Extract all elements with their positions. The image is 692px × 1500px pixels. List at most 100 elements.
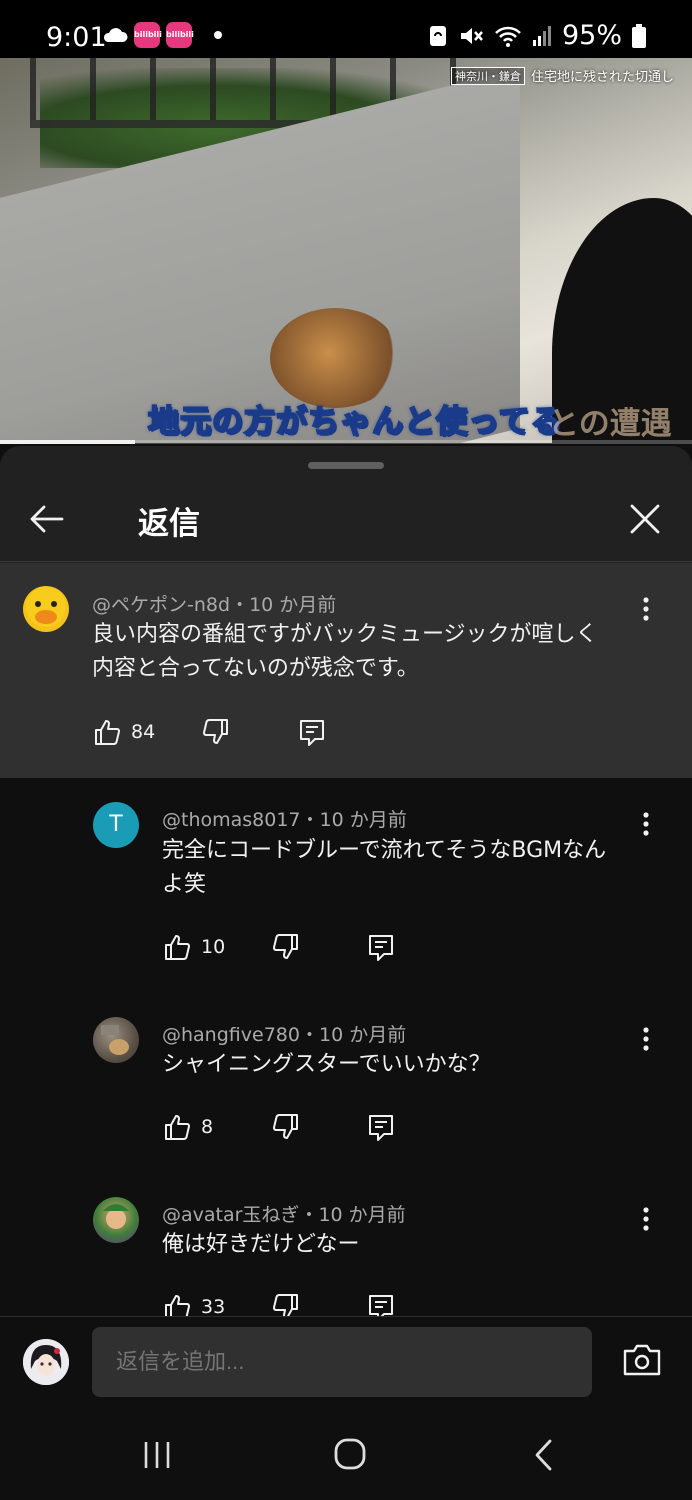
comment-author[interactable]: @thomas8017 <box>162 809 301 831</box>
comment-text-line: よ笑 <box>162 872 207 897</box>
more-options-icon[interactable] <box>636 810 656 840</box>
user-avatar[interactable] <box>23 1339 69 1385</box>
more-options-icon[interactable] <box>636 1205 656 1235</box>
close-icon[interactable] <box>622 496 668 542</box>
thumbs-up-icon <box>95 720 120 745</box>
duck-avatar-icon <box>26 587 66 627</box>
reply-comment-icon <box>300 720 324 746</box>
comment-text-line: 良い内容の番組ですがバックミュージックが喧しく <box>92 622 598 647</box>
like-count: 33 <box>201 1296 226 1316</box>
reply-button[interactable] <box>367 933 395 961</box>
video-progress-bar[interactable] <box>0 440 692 444</box>
status-time: 9:01 <box>46 22 107 53</box>
video-tag-location: 神奈川・鎌倉 <box>450 66 525 85</box>
status-right-icons: 95% <box>428 20 646 51</box>
signal-icon <box>532 25 551 46</box>
comment-text: 完全にコードブルーで流れてそうなBGMなん よ笑 <box>162 834 606 902</box>
battery-percent: 95% <box>561 20 622 51</box>
more-options-icon[interactable] <box>636 1025 656 1055</box>
replies-sheet: 返信 @ペケポン-n8d・10 か月前 良い内容の番組ですがバックミュージックが… <box>0 446 692 1316</box>
reply-comment: T @thomas8017・10 か月前 完全にコードブルーで流れてそうなBGM… <box>0 778 692 993</box>
reply-input[interactable] <box>92 1327 592 1397</box>
photo-avatar-icon <box>101 1025 129 1055</box>
status-bar: 9:01 bilibili bilibili 95% <box>0 0 692 58</box>
reply-button[interactable] <box>298 718 326 746</box>
app-badge-icon: bilibili <box>166 22 194 48</box>
camera-icon[interactable] <box>622 1343 662 1377</box>
comment-meta: @ペケポン-n8d・10 か月前 <box>92 590 336 617</box>
dislike-button[interactable] <box>272 933 300 961</box>
video-dog <box>270 308 400 408</box>
recent-apps-icon[interactable] <box>142 1440 172 1470</box>
like-button[interactable]: 33 <box>163 1293 225 1316</box>
comment-time: 10 か月前 <box>249 594 337 616</box>
thumbs-down-icon <box>273 1294 298 1316</box>
like-button[interactable]: 84 <box>93 718 155 746</box>
home-icon[interactable] <box>333 1437 367 1471</box>
mute-icon <box>460 27 483 44</box>
back-arrow-icon[interactable] <box>24 496 70 542</box>
comment-meta: @thomas8017・10 か月前 <box>162 805 407 832</box>
nav-back-icon[interactable] <box>532 1438 556 1472</box>
video-caption-partial: との遭遇 <box>548 406 672 442</box>
reply-input-bar <box>0 1316 692 1410</box>
sync-icon <box>429 25 446 46</box>
comment-text: シャイニングスターでいいかな？ <box>162 1048 491 1082</box>
avatar[interactable] <box>93 1017 139 1063</box>
reply-button[interactable] <box>367 1113 395 1141</box>
battery-icon <box>632 23 646 48</box>
dislike-button[interactable] <box>272 1113 300 1141</box>
comment-time: 10 か月前 <box>318 1024 407 1046</box>
video-player[interactable]: 神奈川・鎌倉 住宅地に残された切通し 地元の方がちゃんと使ってる との遭遇 <box>0 58 692 443</box>
reply-comment-icon <box>369 935 393 961</box>
thumbs-up-icon <box>165 1295 190 1316</box>
like-count: 10 <box>201 936 226 958</box>
reply-comment-icon <box>369 1115 393 1141</box>
meta-separator: ・ <box>299 1204 319 1226</box>
wifi-icon <box>495 26 521 47</box>
avatar[interactable] <box>93 1197 139 1243</box>
video-tag-text: 住宅地に残された切通し <box>530 70 674 85</box>
comment-text: 俺は好きだけどなー <box>162 1228 360 1262</box>
replies-list: T @thomas8017・10 か月前 完全にコードブルーで流れてそうなBGM… <box>0 778 692 1316</box>
reply-button[interactable] <box>367 1293 395 1316</box>
comment-text-line: 内容と合ってないのが残念です。 <box>92 656 419 681</box>
like-count: 8 <box>201 1116 214 1138</box>
cloud-icon <box>103 28 128 42</box>
comment-text-line: 完全にコードブルーで流れてそうなBGMなん <box>162 838 607 863</box>
avatar[interactable]: T <box>93 802 139 848</box>
like-button[interactable]: 8 <box>163 1113 213 1141</box>
sheet-header: 返信 <box>0 476 692 562</box>
comment-text-line: 俺は好きだけどなー <box>162 1232 360 1257</box>
dislike-button[interactable] <box>202 718 230 746</box>
comment-author[interactable]: @hangfive780 <box>162 1024 300 1046</box>
comment-meta: @avatar玉ねぎ・10 か月前 <box>162 1200 406 1227</box>
thumbs-down-icon <box>203 719 228 744</box>
dislike-button[interactable] <box>272 1293 300 1316</box>
drag-handle[interactable] <box>308 462 384 469</box>
meta-separator: ・ <box>300 809 320 831</box>
reply-comment: @avatar玉ねぎ・10 か月前 俺は好きだけどなー 33 <box>0 1173 692 1316</box>
avatar-letter: T <box>109 812 123 837</box>
reply-comment: @hangfive780・10 か月前 シャイニングスターでいいかな？ 8 <box>0 993 692 1173</box>
meta-separator: ・ <box>230 594 250 616</box>
like-count: 84 <box>131 721 156 743</box>
thumbs-up-icon <box>165 1115 190 1140</box>
status-left-icons: bilibili bilibili <box>102 22 222 48</box>
video-location-tag: 神奈川・鎌倉 住宅地に残された切通し <box>450 66 674 85</box>
comment-text: 良い内容の番組ですがバックミュージックが喧しく 内容と合ってないのが残念です。 <box>92 618 598 686</box>
comment-author[interactable]: @ペケポン-n8d <box>92 594 230 616</box>
like-button[interactable]: 10 <box>163 933 225 961</box>
more-options-icon[interactable] <box>636 595 656 625</box>
avatar[interactable] <box>23 586 69 632</box>
thumbs-down-icon <box>273 934 298 959</box>
app-badge-icon: bilibili <box>134 22 162 48</box>
comment-text-line: シャイニングスターでいいかな？ <box>162 1052 491 1077</box>
comment-meta: @hangfive780・10 か月前 <box>162 1020 406 1047</box>
system-nav-bar <box>0 1410 692 1500</box>
video-caption: 地元の方がちゃんと使ってる <box>147 403 563 441</box>
comment-author[interactable]: @avatar玉ねぎ <box>162 1204 299 1226</box>
anime-avatar-icon <box>23 1339 69 1385</box>
comment-time: 10 か月前 <box>318 1204 406 1226</box>
sheet-title: 返信 <box>138 506 200 542</box>
